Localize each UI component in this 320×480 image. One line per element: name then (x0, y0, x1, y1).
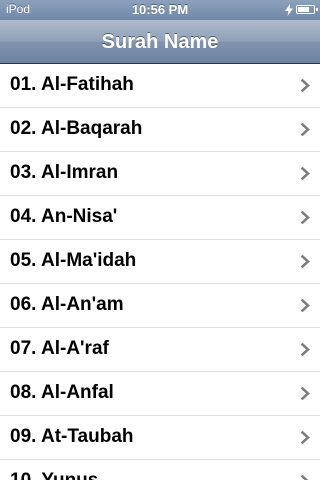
chevron-right-icon (301, 475, 309, 480)
chevron-right-icon (301, 431, 310, 444)
screen: iPod 10:56 PM Surah Name 01. Al-Fatihah 0… (0, 0, 320, 480)
list-item[interactable]: 03. Al-Imran (0, 152, 320, 196)
chevron-right-icon (301, 167, 310, 180)
surah-name-label: 06. Al-An'am (10, 294, 124, 315)
chevron-right-icon (301, 79, 310, 92)
list-item[interactable]: 09. At-Taubah (0, 416, 320, 460)
surah-name-label: 09. At-Taubah (10, 426, 134, 447)
surah-name-label: 03. Al-Imran (10, 162, 119, 183)
page-title: Surah Name (101, 31, 219, 53)
surah-list: 01. Al-Fatihah 02. Al-Baqarah 03. Al-Imran… (0, 64, 320, 480)
list-item[interactable]: 06. Al-An'am (0, 284, 320, 328)
status-bar: iPod 10:56 PM (0, 0, 320, 20)
list-item[interactable]: 01. Al-Fatihah (0, 64, 320, 108)
surah-name-label: 01. Al-Fatihah (10, 74, 134, 95)
list-item[interactable]: 04. An-Nisa' (0, 196, 320, 240)
battery-icon (296, 5, 318, 14)
list-item[interactable]: 05. Al-Ma'idah (0, 240, 320, 284)
surah-name-label: 02. Al-Baqarah (10, 118, 143, 139)
surah-name-label: 05. Al-Ma'idah (10, 250, 137, 271)
chevron-right-icon (301, 299, 310, 312)
chevron-right-icon (301, 211, 310, 224)
navigation-bar: Surah Name (0, 20, 320, 64)
charging-bolt-icon (285, 4, 293, 16)
chevron-right-icon (301, 343, 310, 356)
list-item[interactable]: 10. Yunus (0, 460, 320, 480)
list-item[interactable]: 07. Al-A'raf (0, 328, 320, 372)
chevron-right-icon (301, 255, 310, 268)
list-item[interactable]: 08. Al-Anfal (0, 372, 320, 416)
surah-name-label: 08. Al-Anfal (10, 382, 114, 403)
battery-tip (316, 8, 318, 11)
surah-name-label: 07. Al-A'raf (10, 338, 109, 359)
chevron-right-icon (301, 387, 310, 400)
surah-name-label: 04. An-Nisa' (10, 206, 118, 227)
surah-name-label: 10. Yunus (10, 470, 98, 480)
chevron-right-icon (301, 123, 310, 136)
list-item[interactable]: 02. Al-Baqarah (0, 108, 320, 152)
status-time: 10:56 PM (131, 2, 189, 17)
battery-fill (298, 7, 309, 12)
